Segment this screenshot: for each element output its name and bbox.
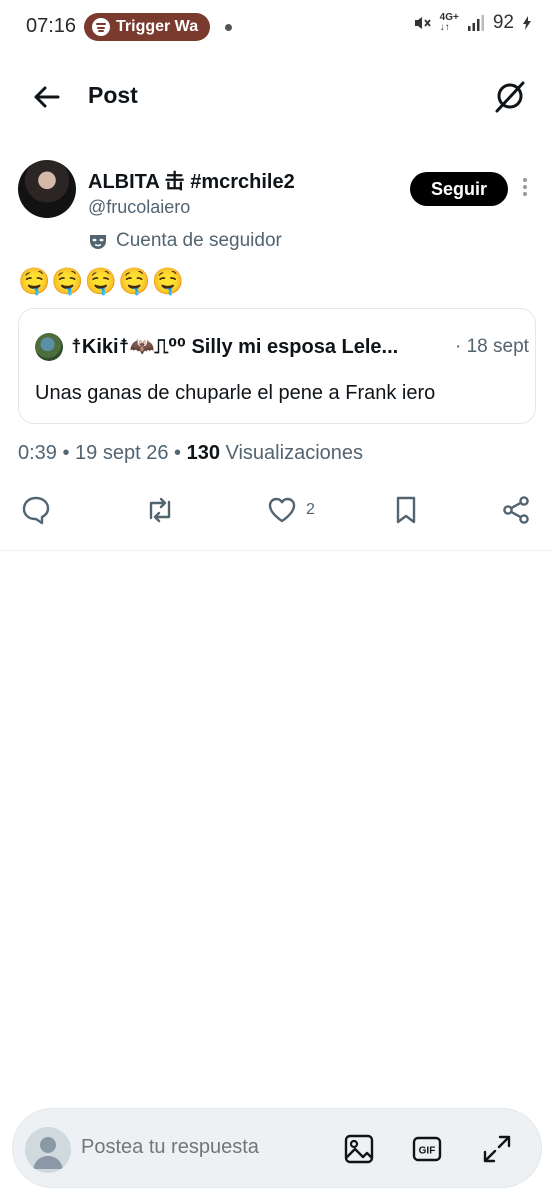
- quoted-post-card[interactable]: ☨Kiki☨🦇⎍⁰⁰ Silly mi esposa Lele... · 18 …: [18, 308, 536, 424]
- reply-icon: [22, 496, 50, 525]
- mute-icon: [414, 17, 431, 29]
- spotify-icon: [92, 18, 110, 36]
- user-avatar: [25, 1127, 71, 1173]
- media-title: Trigger Wa: [116, 18, 199, 35]
- account-label-text: Cuenta de seguidor: [116, 230, 282, 251]
- share-icon: [503, 496, 529, 524]
- repost-button[interactable]: [144, 492, 176, 528]
- status-bar: 07:16 Trigger Wa 4G+ ↓↑ 92: [0, 0, 554, 56]
- network-indicator: 4G+ ↓↑: [439, 12, 459, 33]
- account-label: Cuenta de seguidor: [88, 230, 282, 252]
- repost-icon: [149, 497, 171, 523]
- notification-dot: [225, 24, 232, 31]
- default-avatar-icon: [33, 1137, 63, 1169]
- reply-composer-bar: GIF: [12, 1108, 542, 1188]
- top-app-bar: Post: [0, 60, 554, 132]
- back-arrow-icon[interactable]: [30, 80, 64, 114]
- quoted-author-name: ☨Kiki☨🦇⎍⁰⁰ Silly mi esposa Lele...: [71, 336, 399, 358]
- image-icon[interactable]: [341, 1131, 377, 1167]
- reply-button[interactable]: [20, 492, 52, 528]
- author-avatar[interactable]: [18, 160, 76, 218]
- like-button[interactable]: 2: [266, 492, 315, 528]
- quoted-post-date: · 18 sept: [455, 336, 529, 357]
- quoted-author-avatar: [35, 333, 63, 361]
- share-button[interactable]: [500, 492, 532, 528]
- author-name[interactable]: ALBITA 击 #mcrchile2: [88, 165, 295, 194]
- views-label: Visualizaciones: [219, 442, 364, 464]
- follow-button[interactable]: Seguir: [410, 172, 508, 206]
- page-title: Post: [88, 82, 138, 108]
- quoted-post-text: Unas ganas de chuparle el pene a Frank i…: [35, 382, 436, 404]
- media-notification-pill[interactable]: Trigger Wa: [84, 13, 210, 41]
- status-time: 07:16: [26, 15, 77, 37]
- post-timestamp: 0:39 • 19 sept 26 •: [18, 442, 187, 464]
- grok-icon[interactable]: [492, 78, 528, 114]
- bookmark-button[interactable]: [390, 492, 422, 528]
- gif-icon[interactable]: GIF: [409, 1131, 445, 1167]
- bookmark-icon: [396, 496, 416, 524]
- views-count: 130: [186, 442, 220, 464]
- mask-icon: [90, 235, 106, 249]
- signal-icon: [467, 15, 484, 31]
- svg-text:GIF: GIF: [419, 1146, 436, 1157]
- battery-level: 92: [492, 12, 514, 33]
- post-text: 🤤🤤🤤🤤🤤: [18, 266, 185, 296]
- status-icons: 4G+ ↓↑ 92: [412, 12, 532, 34]
- post-action-bar: 2: [0, 492, 554, 532]
- author-handle[interactable]: @frucolaiero: [88, 197, 190, 218]
- section-divider: [0, 550, 554, 551]
- expand-icon[interactable]: [479, 1131, 515, 1167]
- like-count: 2: [306, 501, 315, 518]
- heart-icon: [268, 497, 296, 523]
- charging-icon: [523, 16, 531, 30]
- more-options-icon[interactable]: [520, 178, 530, 202]
- reply-input[interactable]: [81, 1136, 311, 1159]
- post-meta: 0:39 • 19 sept 26 • 130 Visualizaciones: [18, 442, 363, 465]
